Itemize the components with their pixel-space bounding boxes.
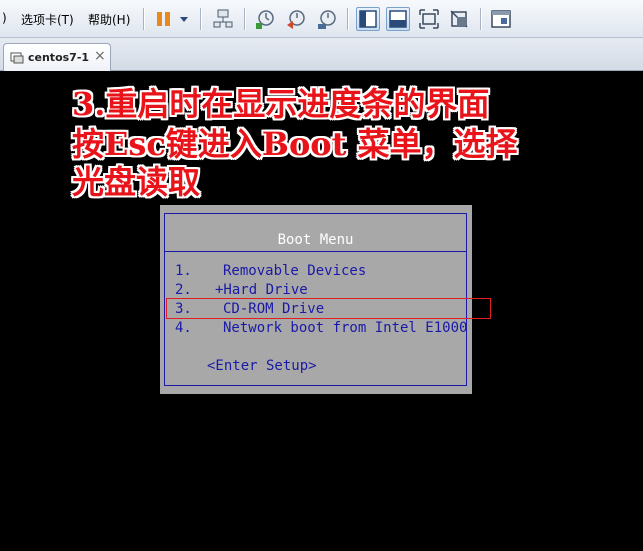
- pause-button[interactable]: [152, 7, 176, 31]
- pause-icon: [157, 12, 170, 26]
- tab-label: centos7-1: [28, 51, 90, 64]
- snapshot-manager-button[interactable]: [315, 7, 339, 31]
- full-width-view-button[interactable]: [386, 7, 410, 31]
- console-view-icon: [359, 10, 377, 28]
- menu-item-help[interactable]: 帮助(H): [88, 11, 130, 28]
- unity-button[interactable]: [447, 7, 471, 31]
- toolbar-separator: [143, 8, 144, 30]
- annotation-line-3: 光盘读取: [72, 163, 201, 201]
- toolbar-separator: [244, 8, 245, 30]
- power-dropdown-button[interactable]: [176, 7, 192, 31]
- revert-snapshot-button[interactable]: [284, 7, 308, 31]
- dropdown-arrow-icon: [180, 17, 188, 22]
- tab-close-icon[interactable]: ×: [94, 48, 106, 64]
- menu-item-tabs[interactable]: 选项卡(T): [21, 11, 74, 28]
- thumbnail-icon: [491, 10, 511, 28]
- boot-item-number: 4.: [175, 320, 192, 336]
- toolbar-separator: [347, 8, 348, 30]
- full-width-icon: [389, 10, 407, 28]
- take-snapshot-button[interactable]: [253, 7, 277, 31]
- snapshot-manager-icon: [318, 10, 336, 29]
- fullscreen-button[interactable]: [417, 7, 441, 31]
- boot-menu-divider: [165, 251, 466, 252]
- network-icon: [213, 9, 233, 28]
- console-view-button[interactable]: [356, 7, 380, 31]
- vm-icon: [10, 52, 24, 64]
- toolbar-separator: [480, 8, 481, 30]
- snapshot-take-icon: [256, 10, 274, 29]
- boot-menu-title: Boot Menu: [277, 232, 354, 248]
- snapshot-revert-icon: [287, 10, 305, 29]
- network-button[interactable]: [211, 7, 235, 31]
- annotation-line-2: 按Esc键进入Boot 菜单，选择: [72, 125, 518, 163]
- boot-enter-setup[interactable]: <Enter Setup>: [207, 358, 317, 374]
- boot-item-removable-devices[interactable]: Removable Devices: [223, 263, 366, 279]
- unity-icon: [450, 10, 468, 28]
- fullscreen-icon: [419, 9, 439, 29]
- tab-centos7-1[interactable]: centos7-1 ×: [3, 43, 111, 71]
- boot-item-number: 1.: [175, 263, 192, 279]
- annotation-line-1: 3.重启时在显示进度条的界面: [72, 85, 490, 123]
- annotation-highlight-box: [166, 298, 491, 319]
- tab-strip: centos7-1 ×: [0, 38, 643, 71]
- thumbnail-view-button[interactable]: [489, 7, 513, 31]
- menu-toolbar-bar: ) 选项卡(T) 帮助(H): [0, 0, 643, 38]
- toolbar-separator: [200, 8, 201, 30]
- boot-item-hard-drive[interactable]: +Hard Drive: [215, 282, 308, 298]
- boot-item-number: 2.: [175, 282, 192, 298]
- menu-item-truncated[interactable]: ): [2, 11, 7, 25]
- boot-item-network-boot[interactable]: Network boot from Intel E1000: [223, 320, 467, 336]
